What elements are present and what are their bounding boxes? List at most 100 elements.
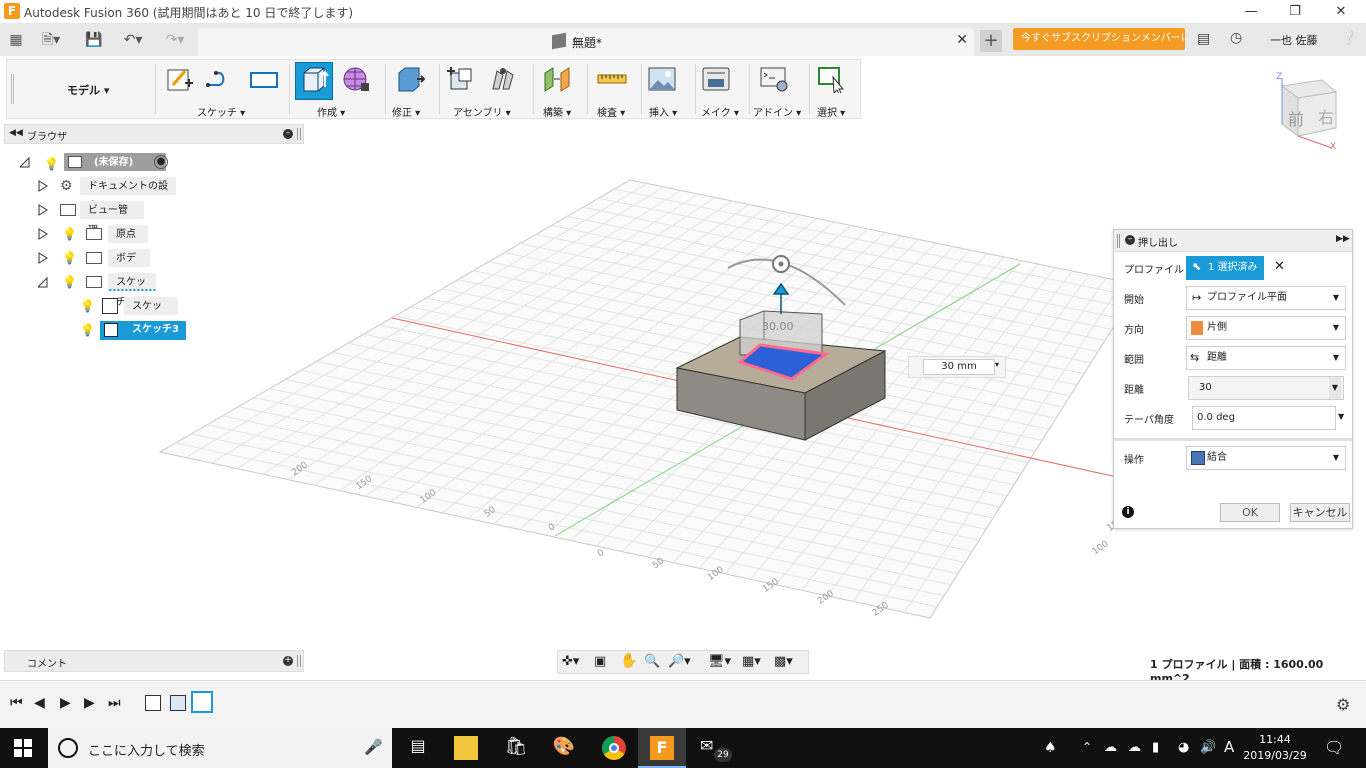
line-arc-icon[interactable] [205, 65, 235, 93]
orbit-icon[interactable]: ✜▾ [562, 654, 579, 669]
ime-indicator[interactable]: A [1224, 738, 1234, 756]
operation-select[interactable]: 結合 ▼ [1186, 446, 1346, 470]
dialog-grip[interactable] [1117, 234, 1120, 248]
display-settings-icon[interactable]: 🖥▾ [708, 654, 731, 669]
notifications-icon[interactable]: ▤ [1197, 31, 1215, 47]
distance-field[interactable]: 30 ▼ [1188, 376, 1344, 400]
timeline-extrude-icon[interactable] [170, 695, 186, 711]
taper-field[interactable]: 0.0 deg [1192, 406, 1336, 430]
file-menu-icon[interactable]: 🗎▾ [36, 30, 66, 50]
taskbar-clock[interactable]: 11:44 2019/03/29 [1240, 732, 1310, 764]
new-tab-button[interactable]: + [980, 30, 1002, 52]
add-comment-icon[interactable]: + [283, 656, 293, 666]
taskbar-search-box[interactable]: ここに入力して検索 🎤 [48, 728, 392, 768]
visibility-bulb-icon[interactable]: 💡 [80, 320, 95, 340]
chrome-icon[interactable] [602, 736, 626, 760]
tree-item-view-management[interactable]: ビュー管理 [38, 200, 188, 236]
clear-selection-icon[interactable]: ✕ [1274, 259, 1285, 274]
modify-menu[interactable]: 修正 ▾ [392, 104, 420, 119]
expand-triangle-icon[interactable] [38, 228, 48, 240]
expand-triangle-icon[interactable] [38, 180, 48, 192]
zoom-icon[interactable]: 🔍 [644, 654, 660, 669]
expand-triangle-icon[interactable] [38, 252, 48, 264]
visibility-bulb-icon[interactable]: 💡 [44, 154, 59, 174]
battery-icon[interactable]: ▮ [1152, 740, 1159, 755]
visibility-bulb-icon[interactable]: 💡 [62, 272, 77, 292]
chevron-down-icon[interactable]: ▼ [1329, 377, 1341, 399]
doc-settings-chip[interactable]: ドキュメントの設定 [80, 177, 176, 212]
extrude-dialog-header[interactable]: – 押し出し ▶▶ [1114, 230, 1352, 252]
job-status-icon[interactable]: ◷ [1230, 30, 1248, 48]
user-account[interactable]: 一也 佐藤 [1270, 32, 1318, 48]
expand-triangle-icon[interactable] [38, 204, 48, 216]
window-close-icon[interactable]: ✕ [1326, 2, 1356, 22]
visibility-bulb-icon[interactable]: 💡 [62, 248, 77, 268]
undo-icon[interactable]: ↶▾ [116, 30, 150, 50]
tree-item-sketch1[interactable]: 💡 スケッチ1 [78, 296, 198, 332]
minimize-icon[interactable]: — [1236, 2, 1266, 22]
pan-icon[interactable]: ✋ [620, 653, 637, 669]
inspect-menu[interactable]: 検査 ▾ [597, 104, 625, 119]
collapse-browser-icon[interactable]: ◀◀ [9, 128, 23, 138]
select-menu[interactable]: 選択 ▾ [817, 104, 845, 119]
visibility-bulb-icon[interactable]: 💡 [62, 224, 77, 244]
tree-root[interactable]: 💡 (未保存) ● [20, 152, 180, 172]
people-icon[interactable]: ♠ [1044, 740, 1057, 756]
go-to-start-icon[interactable]: ⏮ [10, 695, 23, 711]
dialog-minimize-icon[interactable]: – [1125, 235, 1135, 245]
tree-item-sketch3[interactable]: 💡 スケッチ3 [78, 320, 198, 340]
form-icon[interactable] [341, 65, 371, 93]
extrude-icon[interactable] [299, 65, 329, 93]
timeline-settings-icon[interactable]: ⚙ [1336, 695, 1350, 714]
collapse-triangle-icon[interactable] [20, 156, 30, 168]
distance-input-popup[interactable]: 30 mm ▾ [908, 356, 1006, 378]
paint-icon[interactable]: 🎨 [552, 736, 576, 760]
microphone-icon[interactable]: 🎤 [364, 738, 383, 756]
step-back-icon[interactable]: ◀ [34, 695, 45, 711]
insert-image-icon[interactable] [647, 65, 677, 93]
ok-button[interactable]: OK [1220, 503, 1280, 522]
joint-icon[interactable] [489, 65, 519, 93]
browser-header[interactable]: ◀◀ ブラウザ – [4, 124, 304, 144]
redo-icon[interactable]: ↷▾ [158, 30, 192, 50]
make-menu[interactable]: メイク ▾ [701, 104, 739, 119]
fusion-taskbar-button[interactable]: F [638, 728, 686, 768]
play-icon[interactable]: ▶ [60, 695, 71, 711]
toolbar-grip[interactable] [11, 74, 14, 104]
browser-minimize-icon[interactable]: – [283, 129, 293, 139]
origin-chip[interactable]: 原点 [108, 225, 148, 243]
cloud-icon[interactable]: ☁ [1104, 740, 1117, 755]
chevron-down-icon[interactable]: ▼ [1338, 412, 1344, 421]
file-explorer-icon[interactable] [454, 736, 478, 760]
document-tab[interactable]: 無題* ✕ [198, 28, 974, 56]
tree-item-sketches[interactable]: 💡 スケッチ [38, 272, 188, 308]
store-icon[interactable]: 🛍 [504, 736, 528, 760]
maximize-icon[interactable]: ❐ [1280, 2, 1310, 22]
step-forward-icon[interactable]: ▶ [84, 695, 95, 711]
save-icon[interactable]: 💾 [84, 30, 104, 50]
activate-radio-icon[interactable]: ● [154, 155, 168, 169]
assembly-menu[interactable]: アセンブリ ▾ [453, 104, 511, 119]
tree-item-bodies[interactable]: 💡 ボディ [38, 248, 188, 284]
subscribe-button[interactable]: 今すぐサブスクリプションメンバーに... [1013, 28, 1185, 50]
distance-input[interactable]: 30 mm [923, 359, 995, 375]
rectangle-icon[interactable] [249, 65, 279, 93]
measure-icon[interactable] [597, 65, 627, 93]
look-at-icon[interactable]: ▣ [594, 654, 606, 669]
info-icon[interactable]: i [1122, 506, 1134, 518]
fit-icon[interactable]: 🔎▾ [668, 654, 691, 669]
select-icon[interactable] [817, 65, 847, 93]
expand-dialog-icon[interactable]: ▶▶ [1336, 234, 1350, 244]
timeline-sketch3-icon[interactable] [191, 691, 213, 713]
volume-icon[interactable]: 🔊 [1200, 740, 1216, 755]
visibility-bulb-icon[interactable]: 💡 [80, 296, 95, 316]
timeline-sketch1-icon[interactable] [145, 695, 161, 711]
tree-item-document-settings[interactable]: ⚙ ドキュメントの設定 [38, 176, 188, 212]
cancel-button[interactable]: キャンセル [1290, 503, 1350, 522]
view-cube[interactable]: 前 右 Z X [1270, 70, 1350, 154]
onedrive-icon[interactable]: ☁ [1128, 740, 1141, 755]
3d-print-icon[interactable] [701, 65, 731, 93]
windows-start-icon[interactable] [14, 739, 32, 757]
start-select[interactable]: ↦ プロファイル平面 ▼ [1186, 286, 1346, 310]
go-to-end-icon[interactable]: ⏭ [108, 695, 121, 711]
